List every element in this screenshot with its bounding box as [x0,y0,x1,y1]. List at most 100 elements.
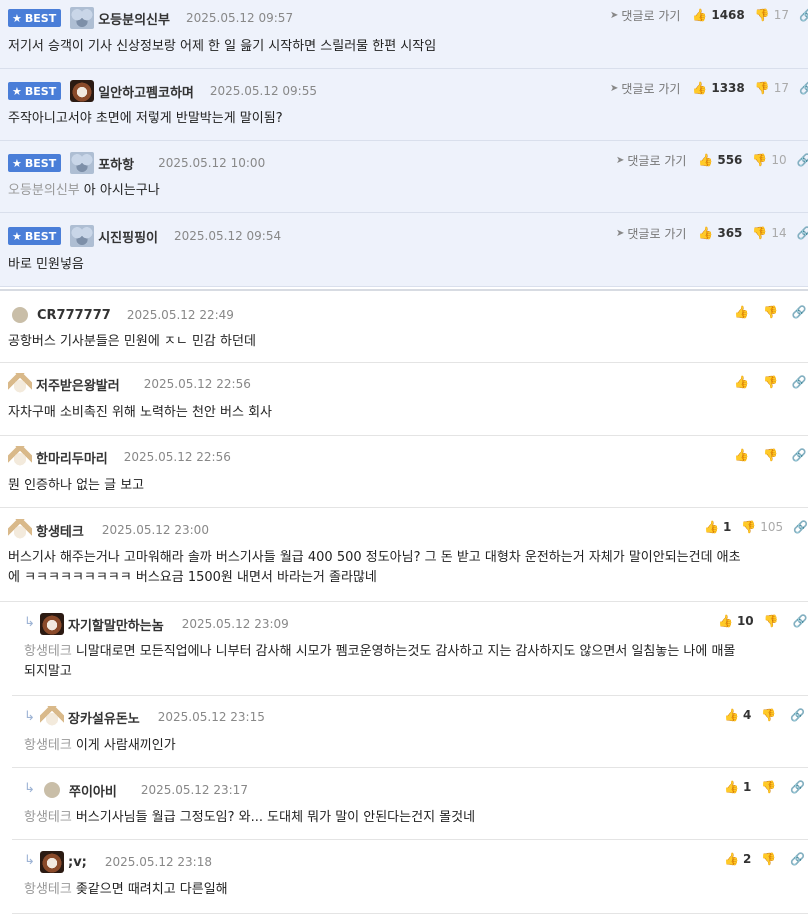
star-icon: ★ [12,11,22,25]
comment-date: 2025.05.12 23:15 [157,710,265,724]
link-icon[interactable]: 🔗 [792,448,807,462]
thumbs-down-icon: 👎 [754,81,770,95]
comment-nickname[interactable]: 저주받은왕발러 [36,375,120,394]
star-icon: ★ [12,156,22,170]
mention-link[interactable]: 항생테크 [24,738,72,753]
mention-link[interactable]: 항생테크 [24,810,72,825]
goto-comment-link[interactable]: ➤ 댓글로 가기 [610,80,680,97]
comment-nickname[interactable]: 한마리두마리 [36,448,108,467]
link-icon[interactable]: 🔗 [799,8,808,22]
mention-link[interactable]: 항생테크 [24,882,72,897]
dog-avatar-icon[interactable] [40,851,64,873]
comment-nickname[interactable]: 장카설유돈노 [68,708,140,727]
like-button[interactable]: 👍 1338 [692,81,744,95]
like-count: 365 [717,226,743,240]
dislike-button[interactable]: 👎 [761,780,780,794]
link-icon[interactable]: 🔗 [793,520,808,534]
dislike-count: 10 [771,153,787,167]
goto-label: 댓글로 가기 [627,226,687,241]
chihuahua-avatar-icon[interactable] [40,706,64,728]
comment-nickname[interactable]: 포하항 [98,154,134,173]
dislike-button[interactable]: 👎 10 [752,153,786,167]
comment-nickname[interactable]: CR777777 [37,308,111,323]
comment-nickname[interactable]: 오등분의신부 [98,9,170,28]
comment-nickname[interactable]: 일안하고펨코하며 [98,82,194,101]
reply-item: ↳ ;v; 2025.05.12 23:18 👍 2 👎 🔗 항생테크 좆같으면 때… [12,840,808,914]
link-icon[interactable]: 🔗 [799,81,808,95]
chihuahua-avatar-icon[interactable] [8,519,32,541]
link-icon[interactable]: 🔗 [797,153,808,167]
best-label: BEST [24,229,57,243]
like-button[interactable]: 👍 10 [718,614,754,628]
like-button[interactable]: 👍 1 [724,780,751,794]
link-icon[interactable]: 🔗 [792,375,807,389]
reply-arrow-icon: ↳ [24,615,35,630]
like-button[interactable]: 👍 1 [704,520,731,534]
dislike-button[interactable]: 👎 17 [755,8,789,22]
koala-avatar-icon[interactable] [70,152,95,174]
dislike-button[interactable]: 👎 17 [755,81,789,95]
dislike-button[interactable]: 👎 [763,305,782,319]
comment-text: 항생테크 니말대로면 모든직업에나 니부터 감사해 시모가 펨코운영하는것도 감사… [24,642,808,682]
dislike-button[interactable]: 👎 105 [741,520,783,534]
comment-nickname[interactable]: ;v; [68,855,87,870]
koala-avatar-icon[interactable] [70,225,95,247]
chihuahua-avatar-icon[interactable] [8,373,32,395]
default-avatar-icon[interactable] [44,782,60,798]
comment-nickname[interactable]: 항생테크 [36,521,84,540]
comment-nickname[interactable]: 시진핑핑이 [98,227,158,246]
like-button[interactable]: 👍 [734,375,753,389]
comment-nickname[interactable]: 쭈이아비 [69,781,117,800]
like-count: 10 [736,614,754,628]
thumbs-down-icon: 👎 [752,226,768,240]
dislike-button[interactable]: 👎 [763,448,782,462]
comment-text: 뭔 인증하나 없는 글 보고 [8,478,145,493]
thumbs-up-icon: 👍 [718,614,733,628]
like-button[interactable]: 👍 4 [724,708,751,722]
thumbs-up-icon: 👍 [698,153,714,167]
link-icon[interactable]: 🔗 [790,708,805,722]
dislike-button[interactable]: 👎 14 [752,226,786,240]
like-button[interactable]: 👍 1468 [692,8,744,22]
like-count: 4 [742,708,752,722]
like-button[interactable]: 👍 365 [698,226,742,240]
dog-avatar-icon[interactable] [70,80,95,102]
dislike-button[interactable]: 👎 [761,708,780,722]
link-icon[interactable]: 🔗 [793,614,808,628]
goto-comment-link[interactable]: ➤ 댓글로 가기 [616,152,686,169]
thumbs-down-icon: 👎 [762,448,778,462]
like-button[interactable]: 👍 [734,448,753,462]
comment-text: 저기서 승객이 기사 신상정보랑 어제 한 일 읊기 시작하면 스릴러물 한편 … [8,39,437,54]
default-avatar-icon[interactable] [12,307,28,323]
dislike-button[interactable]: 👎 [763,375,782,389]
thumbs-down-icon: 👎 [763,614,779,628]
thumbs-up-icon: 👍 [724,708,739,722]
dislike-button[interactable]: 👎 [761,852,780,866]
mention-link[interactable]: 오등분의신부 [8,183,80,198]
goto-comment-link[interactable]: ➤ 댓글로 가기 [610,7,680,24]
dislike-button[interactable]: 👎 [764,614,783,628]
comment-item: CR777777 2025.05.12 22:49 👍 👎 🔗 공항버스 기사분… [0,289,808,363]
thumbs-down-icon: 👎 [761,852,777,866]
dog-avatar-icon[interactable] [40,613,64,635]
best-comment: ★ BEST 일안하고펨코하며 2025.05.12 09:55 ➤ 댓글로 가기 … [0,69,808,141]
comment-text-body: 버스기사님들 월급 그정도임? 와... 도대체 뭐가 말이 안된다는건지 몰것… [75,810,476,825]
goto-comment-link[interactable]: ➤ 댓글로 가기 [616,225,686,242]
link-icon[interactable]: 🔗 [797,226,808,240]
link-icon[interactable]: 🔗 [790,852,805,866]
comment-date: 2025.05.12 10:00 [158,156,266,170]
like-button[interactable]: 👍 2 [724,852,751,866]
link-icon[interactable]: 🔗 [792,305,807,319]
thumbs-up-icon: 👍 [724,852,739,866]
thumbs-down-icon: 👎 [752,153,768,167]
like-button[interactable]: 👍 556 [698,153,742,167]
comment-text: 항생테크 이게 사람새끼인가 [24,736,176,756]
star-icon: ★ [12,84,22,98]
link-icon[interactable]: 🔗 [790,780,805,794]
chihuahua-avatar-icon[interactable] [8,446,32,468]
koala-avatar-icon[interactable] [70,7,95,29]
mention-link[interactable]: 항생테크 [24,644,72,659]
like-button[interactable]: 👍 [734,305,753,319]
comment-nickname[interactable]: 자기할말만하는놈 [68,615,164,634]
comment-text: 주작아니고서야 초면에 저렇게 반말박는게 말이됨? [8,111,283,126]
